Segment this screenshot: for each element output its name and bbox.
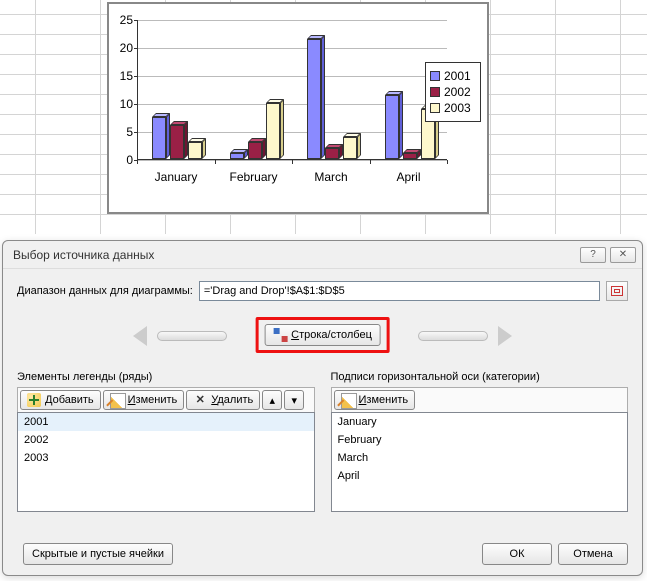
legend-entries-label: Элементы легенды (ряды) — [17, 371, 315, 383]
y-tick-label: 20 — [109, 41, 133, 55]
legend-swatch — [430, 71, 440, 81]
x-tick-label: April — [396, 170, 420, 184]
ok-button[interactable]: ОК — [482, 543, 552, 565]
series-listbox[interactable]: 200120022003 — [17, 412, 315, 512]
close-button[interactable]: ✕ — [610, 247, 636, 263]
chart-legend: 2001 2002 2003 — [425, 62, 481, 122]
help-button[interactable]: ? — [580, 247, 606, 263]
add-icon — [27, 393, 41, 407]
legend-item: 2002 — [430, 85, 476, 99]
chart-bar — [152, 117, 166, 159]
edit-icon — [110, 393, 124, 407]
legend-label: 2002 — [444, 85, 471, 99]
delete-icon — [193, 393, 207, 407]
range-picker-button[interactable] — [606, 281, 628, 301]
add-series-button[interactable]: Добавить — [20, 390, 101, 410]
move-down-button[interactable]: ▾ — [284, 390, 304, 410]
axis-labels-label: Подписи горизонтальной оси (категории) — [331, 371, 629, 383]
remove-series-button[interactable]: Удалить — [186, 390, 260, 410]
highlighted-switch-button: Строка/столбец — [255, 317, 390, 353]
dialog-titlebar[interactable]: Выбор источника данных ? ✕ — [3, 241, 642, 269]
chart-bar — [248, 142, 262, 159]
legend-toolbar: Добавить Изменить Удалить ▴ ▾ — [17, 387, 315, 412]
y-tick-label: 0 — [109, 153, 133, 167]
chart[interactable]: 0 5 10 15 20 25 January February March April 200… — [107, 2, 489, 214]
switch-row: Строка/столбец — [17, 315, 628, 365]
chart-plot: January February March April — [137, 20, 447, 188]
y-tick-label: 5 — [109, 125, 133, 139]
y-tick-label: 25 — [109, 13, 133, 27]
chart-bar — [325, 148, 339, 159]
chart-bar — [385, 95, 399, 159]
list-item[interactable]: 2001 — [18, 413, 314, 431]
axis-toolbar: Изменить — [331, 387, 629, 412]
edit-series-button[interactable]: Изменить — [103, 390, 185, 410]
x-tick-label: March — [314, 170, 347, 184]
select-data-source-dialog: Выбор источника данных ? ✕ Диапазон данн… — [2, 240, 643, 576]
legend-item: 2001 — [430, 69, 476, 83]
dialog-title: Выбор источника данных — [13, 248, 154, 262]
chart-bar — [307, 39, 321, 159]
list-item[interactable]: January — [332, 413, 628, 431]
switch-icon — [273, 328, 287, 342]
legend-item: 2003 — [430, 101, 476, 115]
edit-icon — [341, 393, 355, 407]
legend-swatch — [430, 87, 440, 97]
chart-bar — [188, 142, 202, 159]
cancel-button[interactable]: Отмена — [558, 543, 628, 565]
chart-bar — [230, 153, 244, 159]
legend-swatch — [430, 103, 440, 113]
list-item[interactable]: April — [332, 467, 628, 485]
list-item[interactable]: 2003 — [18, 449, 314, 467]
arrow-left-icon — [137, 325, 227, 351]
x-tick-label: January — [155, 170, 198, 184]
arrow-right-icon — [418, 325, 508, 351]
chart-bar — [170, 125, 184, 159]
list-item[interactable]: February — [332, 431, 628, 449]
chart-yaxis: 0510152025 — [109, 20, 135, 190]
edit-axis-button[interactable]: Изменить — [334, 390, 416, 410]
move-up-button[interactable]: ▴ — [262, 390, 282, 410]
chart-bar — [403, 153, 417, 159]
chart-bar — [343, 137, 357, 159]
legend-label: 2001 — [444, 69, 471, 83]
chart-data-range-input[interactable] — [199, 281, 600, 301]
axis-listbox[interactable]: JanuaryFebruaryMarchApril — [331, 412, 629, 512]
y-tick-label: 10 — [109, 97, 133, 111]
switch-row-column-button[interactable]: Строка/столбец — [264, 324, 381, 346]
list-item[interactable]: March — [332, 449, 628, 467]
list-item[interactable]: 2002 — [18, 431, 314, 449]
chart-data-range-label: Диапазон данных для диаграммы: — [17, 285, 193, 297]
chart-bar — [266, 103, 280, 159]
hidden-empty-cells-button[interactable]: Скрытые и пустые ячейки — [23, 543, 173, 565]
x-tick-label: February — [229, 170, 277, 184]
switch-label-rest: трока/столбец — [299, 329, 372, 341]
legend-label: 2003 — [444, 101, 471, 115]
y-tick-label: 15 — [109, 69, 133, 83]
